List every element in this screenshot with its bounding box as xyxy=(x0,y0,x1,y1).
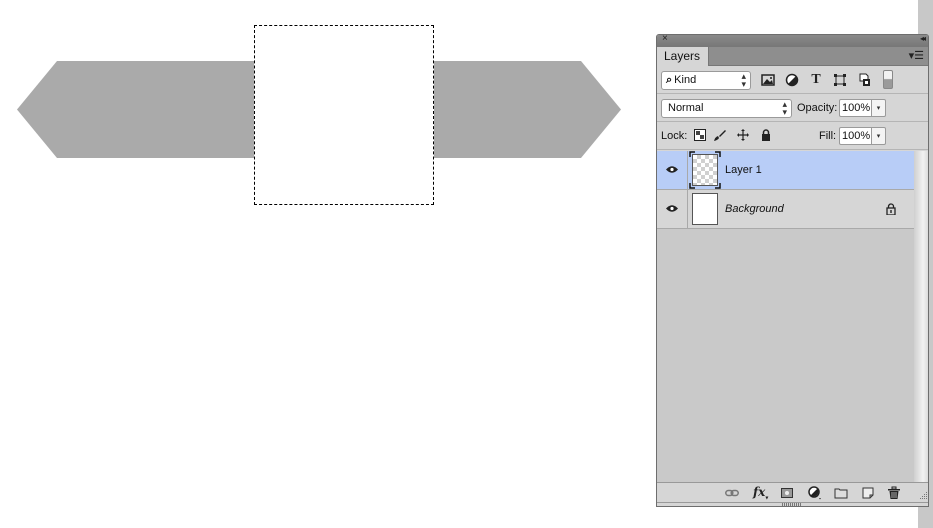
fill-input[interactable]: 100% xyxy=(839,127,872,145)
pixel-layer-filter-icon[interactable] xyxy=(761,73,775,87)
smart-object-filter-icon[interactable] xyxy=(857,73,871,87)
blend-mode-select[interactable]: Normal ▴ ▾ xyxy=(661,99,792,118)
eye-icon[interactable] xyxy=(666,204,678,213)
eye-icon[interactable] xyxy=(666,165,678,174)
layers-list: Layer 1 Background xyxy=(657,151,914,482)
layer-name: Background xyxy=(725,203,784,215)
filter-row: ⌕ Kind ▴ ▾ T xyxy=(657,66,928,94)
new-group-icon[interactable] xyxy=(834,486,848,500)
search-icon: ⌕ xyxy=(666,74,673,86)
layer-row-background[interactable]: Background xyxy=(657,190,914,229)
thumbnail-selection-brackets-icon xyxy=(689,151,721,189)
panel-bottom-bar xyxy=(657,502,928,506)
lock-label: Lock: xyxy=(661,130,688,142)
panel-menu-icon[interactable]: ▾☰ xyxy=(909,49,924,62)
collapse-icon[interactable]: ◂◂ xyxy=(920,35,926,43)
filter-toggle-switch[interactable] xyxy=(883,70,893,89)
gray-shape-right xyxy=(433,61,621,158)
visibility-cell[interactable] xyxy=(657,190,688,228)
panel-height-grip[interactable] xyxy=(782,503,802,506)
link-layers-icon[interactable] xyxy=(725,486,739,500)
close-icon[interactable]: × xyxy=(662,35,668,44)
lock-position-icon[interactable] xyxy=(737,129,749,141)
layer-thumbnail xyxy=(692,193,718,225)
lock-all-icon[interactable] xyxy=(760,129,772,141)
adjustment-layer-icon[interactable] xyxy=(808,486,822,500)
lock-row: Lock: Fill: 100% ▾ xyxy=(657,122,928,150)
gray-shape-left xyxy=(17,61,255,158)
fill-label: Fill: xyxy=(819,130,837,142)
layer-row-layer-1[interactable]: Layer 1 xyxy=(657,151,914,190)
panel-tabbar: Layers ▾☰ xyxy=(657,47,928,66)
panel-footer: fx▾ xyxy=(657,482,928,502)
lock-transparent-icon[interactable] xyxy=(694,129,706,141)
fill-dropdown-button[interactable]: ▾ xyxy=(872,127,886,145)
type-layer-filter-icon[interactable]: T xyxy=(809,73,823,87)
tab-layers[interactable]: Layers xyxy=(657,47,709,66)
shape-layer-filter-icon[interactable] xyxy=(833,73,847,87)
blend-mode-value: Normal xyxy=(668,102,704,114)
trash-icon[interactable] xyxy=(887,486,901,500)
opacity-input[interactable]: 100% xyxy=(839,99,872,117)
add-mask-icon[interactable] xyxy=(780,486,794,500)
layers-panel: × ◂◂ Layers ▾☰ ⌕ Kind ▴ ▾ T Normal ▴ ▾ Opac… xyxy=(656,34,929,507)
filter-kind-label: Kind xyxy=(674,74,697,86)
filter-kind-select[interactable]: ⌕ Kind ▴ ▾ xyxy=(661,71,751,90)
fx-icon[interactable]: fx▾ xyxy=(753,485,768,502)
resize-grip-icon[interactable] xyxy=(918,490,928,500)
panel-titlebar[interactable]: × ◂◂ xyxy=(657,35,928,47)
adjustment-layer-filter-icon[interactable] xyxy=(785,73,799,87)
visibility-cell[interactable] xyxy=(657,151,688,189)
blend-row: Normal ▴ ▾ Opacity: 100% ▾ xyxy=(657,94,928,122)
layer-name: Layer 1 xyxy=(725,164,762,176)
select-arrows-icon: ▴ ▾ xyxy=(782,99,787,117)
opacity-label: Opacity: xyxy=(797,102,838,114)
select-arrows-icon: ▴ ▾ xyxy=(741,71,746,89)
marquee-selection[interactable] xyxy=(254,25,434,205)
layers-scrollbar[interactable] xyxy=(914,151,928,482)
lock-paint-icon[interactable] xyxy=(714,129,726,141)
opacity-dropdown-button[interactable]: ▾ xyxy=(872,99,886,117)
lock-icon xyxy=(886,203,896,215)
new-layer-icon[interactable] xyxy=(861,486,875,500)
fx-label: fx xyxy=(753,485,766,499)
